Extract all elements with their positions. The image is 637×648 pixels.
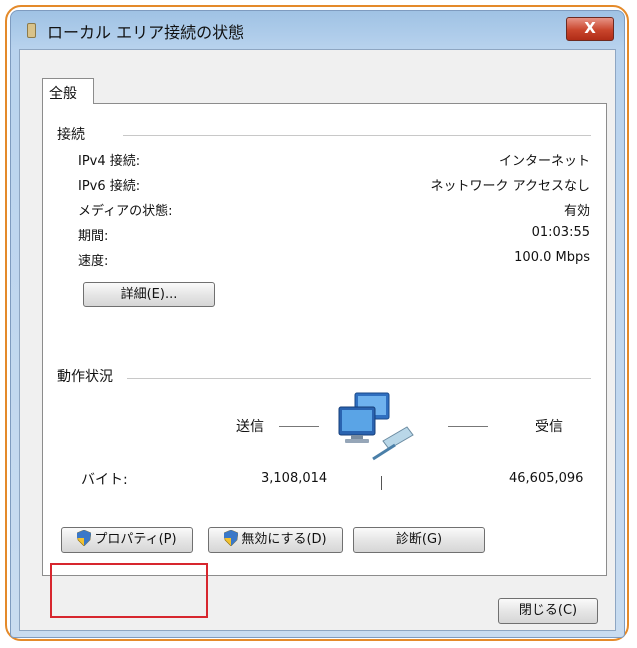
ipv4-value: インターネット (498, 154, 590, 169)
properties-highlight-box (50, 563, 208, 618)
sent-label: 送信 (236, 419, 264, 435)
connection-group-divider (123, 135, 591, 136)
dialog-client-area: 全般 接続 IPv4 接続: インターネット IPv6 接続: ネットワーク ア… (19, 49, 616, 631)
uac-shield-icon (224, 530, 239, 546)
title-bar[interactable]: ローカル エリア接続の状態 X (11, 11, 624, 49)
network-adapter-icon (27, 23, 36, 38)
bytes-received-value: 46,605,096 (509, 471, 584, 486)
speed-label: 速度: (78, 254, 109, 269)
ipv6-value: ネットワーク アクセスなし (430, 179, 590, 194)
ipv6-label: IPv6 接続: (78, 179, 141, 194)
received-label: 受信 (535, 419, 563, 435)
received-line (448, 426, 488, 427)
bytes-label: バイト: (81, 472, 128, 488)
activity-group-label: 動作状況 (57, 369, 113, 385)
sent-line (279, 426, 319, 427)
close-window-button[interactable]: X (566, 17, 614, 41)
uac-shield-icon (77, 530, 92, 546)
details-button[interactable]: 詳細(E)... (83, 282, 215, 307)
tab-general[interactable]: 全般 (42, 78, 94, 104)
diagnose-button[interactable]: 診断(G) (353, 527, 485, 553)
properties-button[interactable]: プロパティ(P) (61, 527, 193, 553)
duration-label: 期間: (78, 229, 109, 244)
disable-button[interactable]: 無効にする(D) (208, 527, 343, 553)
status-dialog: ローカル エリア接続の状態 X 全般 接続 IPv4 接続: インターネット I… (10, 10, 625, 638)
media-state-value: 有効 (563, 204, 590, 219)
bytes-sent-value: 3,108,014 (261, 471, 328, 486)
properties-button-label: プロパティ(P) (94, 532, 177, 547)
window-title: ローカル エリア接続の状態 (47, 23, 245, 42)
general-tab-panel: 接続 IPv4 接続: インターネット IPv6 接続: ネットワーク アクセス… (42, 103, 607, 576)
activity-group-divider (127, 378, 591, 379)
connection-group-label: 接続 (57, 127, 85, 143)
activity-separator (381, 476, 382, 490)
speed-value: 100.0 Mbps (514, 250, 590, 265)
ipv4-label: IPv4 接続: (78, 154, 141, 169)
media-state-label: メディアの状態: (78, 204, 173, 219)
duration-value: 01:03:55 (531, 225, 590, 240)
close-button[interactable]: 閉じる(C) (498, 598, 598, 624)
network-computers-icon (338, 392, 414, 461)
disable-button-label: 無効にする(D) (241, 532, 327, 547)
